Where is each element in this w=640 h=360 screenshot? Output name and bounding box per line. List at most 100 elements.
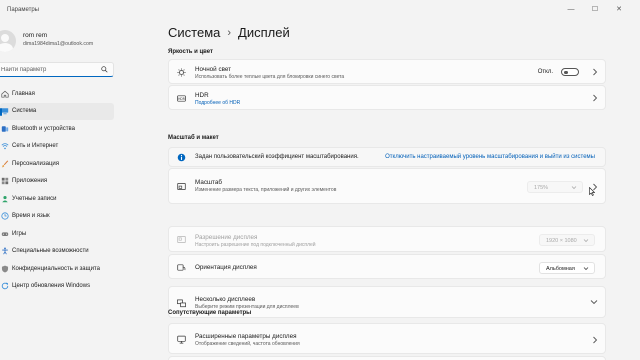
accounts-icon: [1, 195, 9, 203]
section-title-scale: Масштаб и макет: [168, 135, 219, 141]
resolution-title: Разрешение дисплея: [195, 234, 258, 241]
gamepad-icon: [1, 230, 9, 238]
sidebar-item-label: Главная: [12, 90, 35, 97]
user-email: dima1984dima1@outlook.com: [23, 41, 94, 47]
brightness-icon: [177, 68, 186, 77]
scale-card[interactable]: Масштаб Изменение размера текста, прилож…: [168, 168, 606, 204]
sidebar-item-label: Игры: [12, 230, 27, 237]
sidebar-item-label: Специальные возможности: [12, 248, 89, 255]
user-profile[interactable]: rom rem dima1984dima1@outlook.com: [0, 30, 120, 54]
search-box[interactable]: [0, 62, 114, 77]
hdr-card[interactable]: HDR HDR Подробнее об HDR: [168, 85, 606, 110]
resolution-icon: [177, 235, 186, 244]
info-icon: [177, 153, 186, 162]
scale-info-bar: Задан пользовательский коэффициент масшт…: [168, 147, 606, 167]
resolution-card: Разрешение дисплея Настроить разрешение …: [168, 226, 606, 252]
sidebar-item-system[interactable]: Система: [0, 102, 114, 120]
advanced-display-description: Отображение сведений, частота обновления: [195, 341, 300, 347]
sidebar-nav: Главная Система Bluetooth и устройства С…: [0, 85, 118, 295]
sidebar-item-personalization[interactable]: Персонализация: [0, 155, 114, 173]
display-icon: [177, 335, 186, 344]
svg-text:HDR: HDR: [178, 97, 186, 101]
sidebar-item-apps[interactable]: Приложения: [0, 173, 114, 191]
multiple-displays-title: Несколько дисплеев: [195, 296, 256, 303]
system-icon: [1, 107, 9, 115]
scale-info-text: Задан пользовательский коэффициент масшт…: [195, 154, 359, 160]
chevron-down-icon: [571, 186, 577, 190]
breadcrumb-separator: ›: [227, 26, 232, 39]
scale-value: 175%: [534, 185, 549, 191]
chevron-down-icon: [590, 300, 598, 305]
advanced-display-title: Расширенные параметры дисплея: [195, 333, 297, 340]
breadcrumb: Система › Дисплей: [168, 25, 290, 40]
sidebar-item-label: Приложения: [12, 178, 48, 185]
page-title: Дисплей: [238, 25, 290, 40]
sidebar-item-accessibility[interactable]: Специальные возможности: [0, 243, 114, 261]
sidebar-item-home[interactable]: Главная: [0, 85, 114, 103]
sidebar-item-gaming[interactable]: Игры: [0, 225, 114, 243]
time-language-icon: [1, 212, 9, 220]
orientation-card[interactable]: Ориентация дисплея Альбомная: [168, 254, 606, 279]
sidebar-item-privacy[interactable]: Конфиденциальность и защита: [0, 260, 114, 278]
brush-icon: [1, 160, 9, 168]
scale-title: Масштаб: [195, 179, 222, 186]
sidebar: rom rem dima1984dima1@outlook.com Главна…: [0, 22, 120, 360]
sidebar-item-label: Учетные записи: [12, 195, 57, 202]
night-light-description: Использовать более теплые цвета для блок…: [195, 74, 345, 80]
chevron-right-icon: [593, 68, 598, 76]
night-light-toggle[interactable]: [561, 68, 579, 76]
sidebar-item-accounts[interactable]: Учетные записи: [0, 190, 114, 208]
disable-custom-scaling-link[interactable]: Отключить настраиваемый уровень масштаби…: [385, 154, 595, 160]
orientation-select[interactable]: Альбомная: [539, 262, 595, 274]
bluetooth-icon: [1, 125, 9, 133]
resolution-description: Настроить разрешение под подключенный ди…: [195, 242, 316, 248]
network-icon: [1, 142, 9, 150]
section-title-related: Сопутствующие параметры: [168, 310, 252, 316]
orientation-title: Ориентация дисплея: [195, 264, 257, 271]
sidebar-item-label: Система: [12, 108, 37, 115]
chevron-down-icon: [583, 267, 589, 271]
hdr-learn-more-link[interactable]: Подробнее об HDR: [195, 100, 240, 106]
sidebar-item-bluetooth[interactable]: Bluetooth и устройства: [0, 120, 114, 138]
app-title: Параметры: [7, 7, 39, 13]
close-button[interactable]: ✕: [610, 2, 628, 16]
sidebar-item-label: Сеть и Интернет: [12, 143, 59, 150]
apps-icon: [1, 177, 9, 185]
multiple-displays-icon: [177, 299, 186, 308]
shield-icon: [1, 265, 9, 273]
maximize-button[interactable]: ☐: [586, 2, 604, 16]
advanced-display-card[interactable]: Расширенные параметры дисплея Отображени…: [168, 323, 606, 354]
avatar: [0, 30, 16, 52]
chevron-right-icon: [593, 336, 598, 344]
sidebar-item-label: Bluetooth и устройства: [12, 125, 75, 132]
sidebar-item-label: Персонализация: [12, 160, 60, 167]
chevron-right-icon: [593, 94, 598, 102]
sidebar-item-label: Время и язык: [12, 213, 50, 220]
next-settings-card[interactable]: [168, 356, 606, 360]
scale-description: Изменение размера текста, приложений и д…: [195, 187, 337, 193]
sidebar-item-windows-update[interactable]: Центр обновления Windows: [0, 278, 114, 296]
toggle-knob: [564, 70, 568, 74]
user-name: rom rem: [23, 32, 48, 39]
title-bar: Параметры — ☐ ✕: [0, 0, 640, 22]
update-icon: [1, 282, 9, 290]
mouse-cursor-icon: [589, 187, 595, 196]
sidebar-item-network[interactable]: Сеть и Интернет: [0, 138, 114, 156]
section-title-brightness: Яркость и цвет: [168, 49, 213, 55]
orientation-value: Альбомная: [546, 266, 575, 272]
orientation-icon: [177, 263, 186, 272]
hdr-title: HDR: [195, 92, 209, 99]
sidebar-item-time-language[interactable]: Время и язык: [0, 208, 114, 226]
search-icon[interactable]: [101, 66, 108, 73]
night-light-card[interactable]: Ночной свет Использовать более теплые цв…: [168, 59, 606, 84]
scale-select[interactable]: 175%: [527, 181, 583, 193]
resolution-select: 1920 × 1080: [539, 234, 595, 246]
accessibility-icon: [1, 247, 9, 255]
breadcrumb-parent[interactable]: Система: [168, 25, 220, 40]
night-light-state: Откл.: [537, 69, 553, 75]
minimize-button[interactable]: —: [562, 2, 580, 16]
night-light-title: Ночной свет: [195, 66, 232, 73]
search-input[interactable]: [1, 64, 97, 75]
sidebar-item-label: Центр обновления Windows: [12, 283, 91, 290]
home-icon: [1, 90, 9, 98]
